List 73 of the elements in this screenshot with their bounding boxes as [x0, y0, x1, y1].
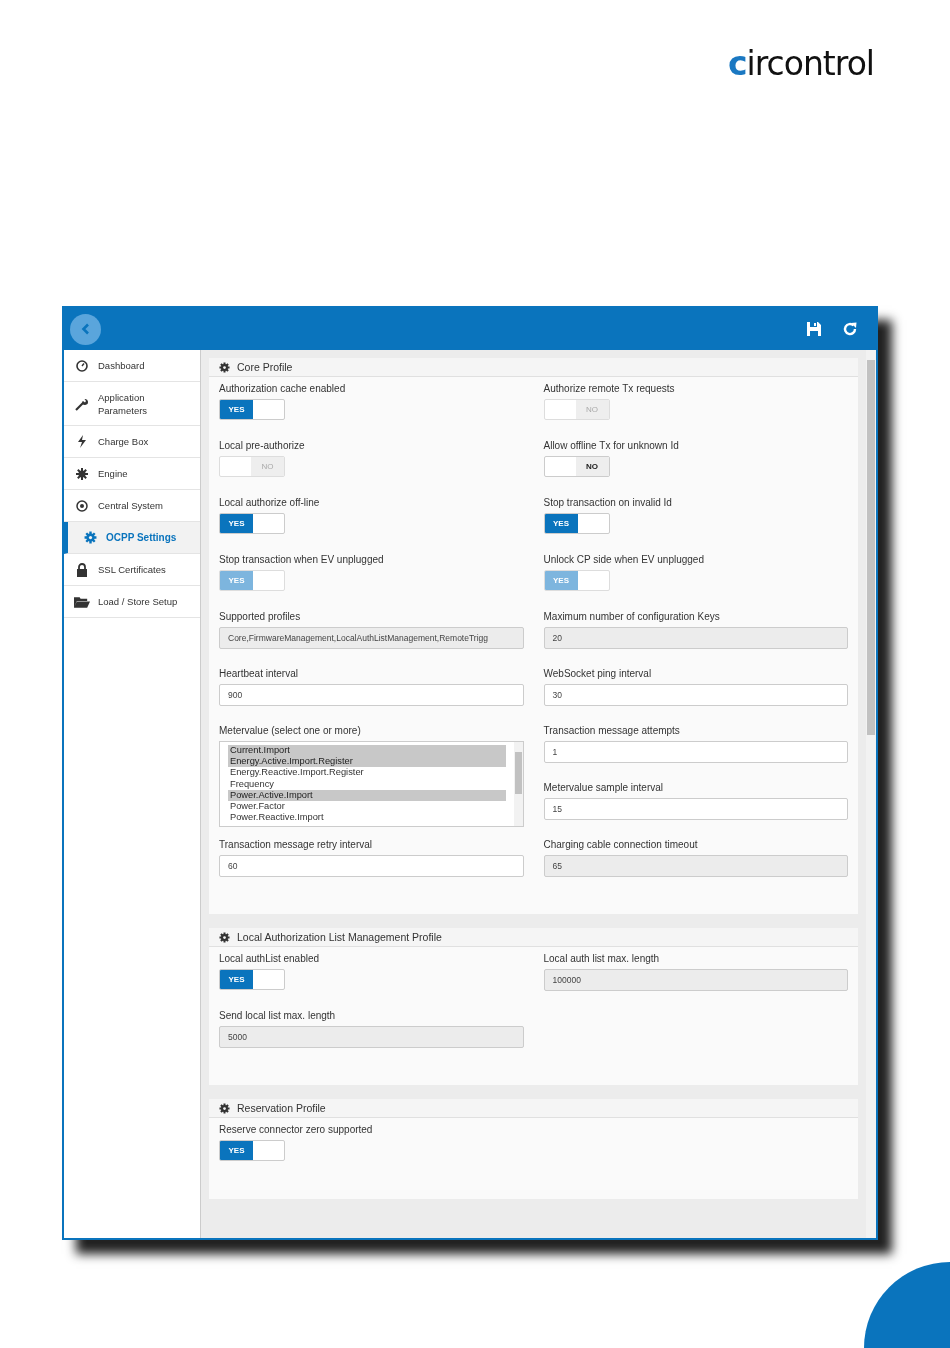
- field-label: Transaction message retry interval: [219, 839, 373, 850]
- field-label: Stop transaction on invalid Id: [543, 497, 672, 508]
- input-field[interactable]: 30: [543, 684, 848, 706]
- gear-icon: [219, 1102, 230, 1114]
- input-field[interactable]: 15: [543, 798, 848, 820]
- chevron-left-icon: [79, 323, 92, 335]
- field-label: Local auth list max. length: [543, 953, 660, 964]
- toggle-switch[interactable]: YES: [219, 513, 285, 534]
- field-label: Reserve connector zero supported: [219, 1124, 373, 1135]
- toggle-switch[interactable]: YES: [543, 513, 610, 534]
- sidebar-item[interactable]: SSL Certificates: [64, 554, 200, 586]
- scrollbar[interactable]: [513, 742, 523, 826]
- field-label: Stop transaction when EV unplugged: [219, 554, 384, 565]
- field-label: Unlock CP side when EV unplugged: [543, 554, 704, 565]
- back-button[interactable]: [70, 313, 101, 345]
- field-label: Charging cable connection timeout: [543, 839, 698, 850]
- cog-icon: [76, 467, 88, 480]
- sidebar-item[interactable]: Dashboard: [64, 350, 200, 382]
- field-label: Local pre-authorize: [219, 440, 305, 451]
- field-label: Metervalue (select one or more): [219, 725, 361, 736]
- field-label: Maximum number of configuration Keys: [543, 611, 720, 622]
- toggle-switch[interactable]: YES: [219, 399, 285, 420]
- field-label: Local authorize off-line: [219, 497, 320, 508]
- field-label: Metervalue sample interval: [543, 782, 663, 793]
- toggle-switch[interactable]: YES: [219, 1140, 285, 1161]
- field-label: Allow offline Tx for unknown Id: [543, 440, 679, 451]
- gauge-icon: [76, 359, 88, 372]
- wrench-icon: [75, 396, 89, 411]
- scrollbar[interactable]: [866, 350, 876, 1238]
- target-icon: [76, 499, 88, 512]
- input-field[interactable]: 100000: [543, 969, 848, 991]
- input-field[interactable]: 65: [543, 855, 848, 877]
- list-option[interactable]: Power.Reactive.Import: [228, 812, 506, 824]
- gear-icon: [83, 531, 97, 544]
- panel-title: Local Authorization List Management Profile: [237, 931, 442, 943]
- input-field[interactable]: 5000: [219, 1026, 524, 1048]
- panel-title: Core Profile: [237, 361, 293, 373]
- list-option[interactable]: Current.Import: [228, 745, 506, 757]
- field-label: Supported profiles: [219, 611, 301, 622]
- sidebar-item[interactable]: Application Parameters: [64, 382, 200, 426]
- list-box[interactable]: Current.Import Energy.Active.Import.Register Energy.Reactive.Import.Register Frequency Power.Active.Import Power.Factor Power.Reactive.Import: [219, 741, 524, 827]
- toggle-switch[interactable]: NO: [543, 456, 610, 477]
- save-icon[interactable]: [806, 321, 822, 337]
- list-option[interactable]: Energy.Active.Import.Register: [228, 756, 506, 768]
- sidebar-item[interactable]: Engine: [64, 458, 200, 490]
- list-option[interactable]: Energy.Reactive.Import.Register: [228, 767, 506, 779]
- bolt-icon: [77, 435, 87, 448]
- field-label: Heartbeat interval: [219, 668, 298, 679]
- input-field[interactable]: 900: [219, 684, 524, 706]
- panel-title: Reservation Profile: [237, 1102, 326, 1114]
- input-field[interactable]: 60: [219, 855, 524, 877]
- input-field[interactable]: 20: [543, 627, 848, 649]
- list-option[interactable]: Power.Factor: [228, 801, 506, 813]
- sidebar-item[interactable]: OCPP Settings: [64, 522, 200, 554]
- input-field[interactable]: 1: [543, 741, 848, 763]
- refresh-icon[interactable]: [842, 321, 858, 337]
- lock-icon: [76, 562, 88, 577]
- field-label: Local authList enabled: [219, 953, 320, 964]
- company-logo: circontrol: [728, 44, 874, 84]
- gear-icon: [219, 931, 230, 943]
- field-label: WebSocket ping interval: [543, 668, 652, 679]
- field-label: Transaction message attempts: [543, 725, 680, 736]
- folder-icon: [74, 595, 90, 608]
- gear-icon: [219, 361, 230, 373]
- input-field[interactable]: Core,FirmwareManagement,LocalAuthListManagement,RemoteTrigg: [219, 627, 524, 649]
- sidebar-item[interactable]: Load / Store Setup: [64, 586, 200, 618]
- toggle-switch[interactable]: YES: [219, 969, 285, 990]
- list-option[interactable]: Power.Active.Import: [228, 789, 506, 801]
- field-label: Authorize remote Tx requests: [543, 383, 675, 394]
- sidebar-item[interactable]: Charge Box: [64, 426, 200, 458]
- field-label: Send local list max. length: [219, 1010, 336, 1021]
- list-option[interactable]: Frequency: [228, 778, 506, 790]
- field-label: Authorization cache enabled: [219, 383, 346, 394]
